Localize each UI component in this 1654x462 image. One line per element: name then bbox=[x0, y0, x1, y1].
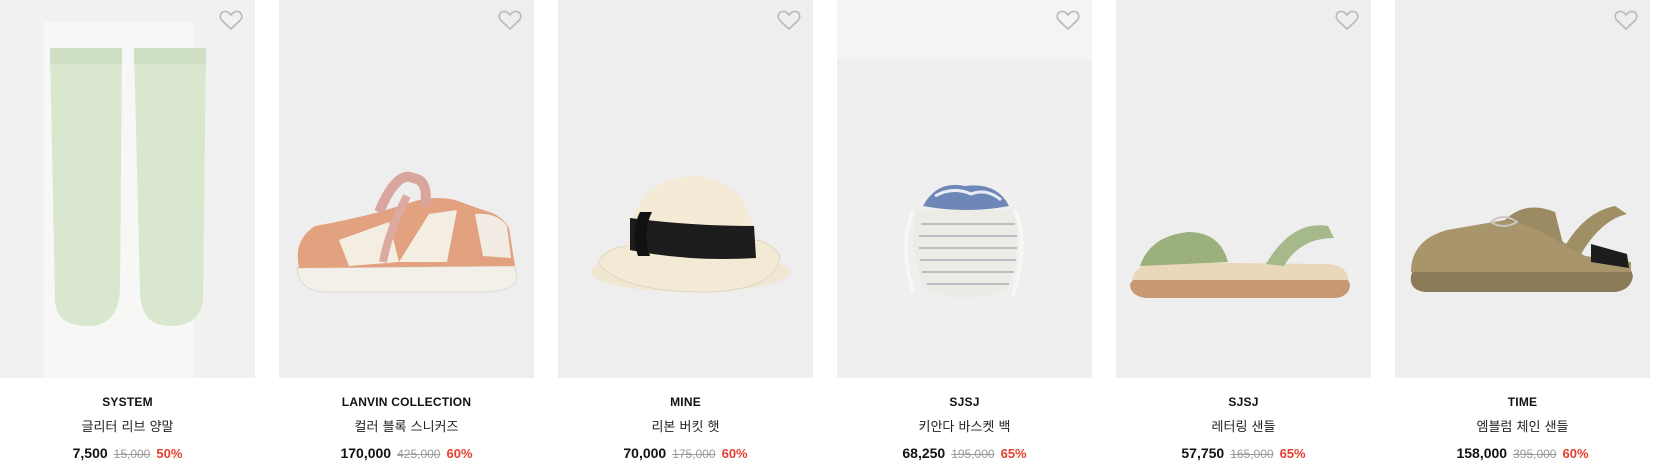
sneaker-image bbox=[279, 0, 534, 378]
product-info: SJSJ 키안다 바스켓 백 68,250 195,000 65% bbox=[837, 378, 1092, 462]
product-name[interactable]: 엠블럼 체인 샌들 bbox=[1395, 416, 1650, 435]
slingback-mule-image bbox=[1395, 0, 1650, 378]
product-brand[interactable]: TIME bbox=[1395, 395, 1650, 409]
sale-price: 57,750 bbox=[1181, 445, 1225, 461]
original-price: 425,000 bbox=[397, 447, 441, 461]
product-brand[interactable]: SJSJ bbox=[837, 395, 1092, 409]
product-brand[interactable]: MINE bbox=[558, 395, 813, 409]
wishlist-heart-icon[interactable] bbox=[1613, 8, 1639, 32]
product-card[interactable]: SYSTEM 글리터 리브 양말 7,500 15,000 50% bbox=[0, 0, 255, 462]
product-card[interactable]: TIME 엠블럼 체인 샌들 158,000 395,000 60% bbox=[1395, 0, 1650, 462]
discount-rate: 50% bbox=[156, 446, 183, 461]
product-name[interactable]: 키안다 바스켓 백 bbox=[837, 416, 1092, 435]
sale-price: 68,250 bbox=[902, 445, 946, 461]
original-price: 195,000 bbox=[951, 447, 995, 461]
discount-rate: 60% bbox=[446, 446, 473, 461]
wishlist-heart-icon[interactable] bbox=[218, 8, 244, 32]
product-thumbnail[interactable] bbox=[558, 0, 813, 378]
product-brand[interactable]: SJSJ bbox=[1116, 395, 1371, 409]
product-brand[interactable]: SYSTEM bbox=[0, 395, 255, 409]
sale-price: 158,000 bbox=[1456, 445, 1508, 461]
sale-price: 70,000 bbox=[623, 445, 667, 461]
price-row: 158,000 395,000 60% bbox=[1395, 445, 1650, 461]
discount-rate: 65% bbox=[1279, 446, 1306, 461]
original-price: 15,000 bbox=[113, 447, 151, 461]
sale-price: 7,500 bbox=[72, 445, 108, 461]
price-row: 7,500 15,000 50% bbox=[0, 445, 255, 461]
original-price: 175,000 bbox=[672, 447, 716, 461]
price-row: 170,000 425,000 60% bbox=[279, 445, 534, 461]
product-info: SYSTEM 글리터 리브 양말 7,500 15,000 50% bbox=[0, 378, 255, 462]
basket-bag-image bbox=[837, 0, 1092, 378]
price-row: 68,250 195,000 65% bbox=[837, 445, 1092, 461]
product-thumbnail[interactable] bbox=[0, 0, 255, 378]
sale-price: 170,000 bbox=[340, 445, 392, 461]
product-info: MINE 리본 버킷 햇 70,000 175,000 60% bbox=[558, 378, 813, 462]
product-thumbnail[interactable] bbox=[837, 0, 1092, 378]
wishlist-heart-icon[interactable] bbox=[497, 8, 523, 32]
original-price: 395,000 bbox=[1513, 447, 1557, 461]
product-thumbnail[interactable] bbox=[1116, 0, 1371, 378]
product-grid: SYSTEM 글리터 리브 양말 7,500 15,000 50% LANVIN… bbox=[0, 0, 1654, 462]
price-row: 70,000 175,000 60% bbox=[558, 445, 813, 461]
bucket-hat-image bbox=[558, 0, 813, 378]
product-card[interactable]: LANVIN COLLECTION 컬러 블록 스니커즈 170,000 425,… bbox=[279, 0, 534, 462]
product-info: TIME 엠블럼 체인 샌들 158,000 395,000 60% bbox=[1395, 378, 1650, 462]
product-thumbnail[interactable] bbox=[1395, 0, 1650, 378]
original-price: 165,000 bbox=[1230, 447, 1274, 461]
product-card[interactable]: SJSJ 레터링 샌들 57,750 165,000 65% bbox=[1116, 0, 1371, 462]
wishlist-heart-icon[interactable] bbox=[776, 8, 802, 32]
wishlist-heart-icon[interactable] bbox=[1055, 8, 1081, 32]
product-info: LANVIN COLLECTION 컬러 블록 스니커즈 170,000 425,… bbox=[279, 378, 534, 462]
discount-rate: 65% bbox=[1000, 446, 1027, 461]
wishlist-heart-icon[interactable] bbox=[1334, 8, 1360, 32]
product-card[interactable]: SJSJ 키안다 바스켓 백 68,250 195,000 65% bbox=[837, 0, 1092, 462]
product-brand[interactable]: LANVIN COLLECTION bbox=[279, 395, 534, 409]
product-name[interactable]: 글리터 리브 양말 bbox=[0, 416, 255, 435]
discount-rate: 60% bbox=[1562, 446, 1589, 461]
discount-rate: 60% bbox=[721, 446, 748, 461]
product-name[interactable]: 컬러 블록 스니커즈 bbox=[279, 416, 534, 435]
socks-image bbox=[0, 0, 255, 378]
price-row: 57,750 165,000 65% bbox=[1116, 445, 1371, 461]
product-name[interactable]: 레터링 샌들 bbox=[1116, 416, 1371, 435]
product-info: SJSJ 레터링 샌들 57,750 165,000 65% bbox=[1116, 378, 1371, 462]
product-name[interactable]: 리본 버킷 햇 bbox=[558, 416, 813, 435]
product-card[interactable]: MINE 리본 버킷 햇 70,000 175,000 60% bbox=[558, 0, 813, 462]
product-thumbnail[interactable] bbox=[279, 0, 534, 378]
sandal-image bbox=[1116, 0, 1371, 378]
